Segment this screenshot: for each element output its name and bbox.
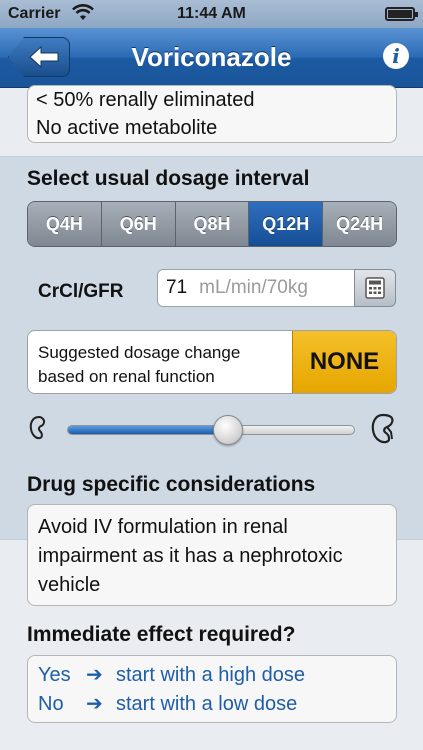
interval-option-q4h[interactable]: Q4H [28,202,102,246]
info-button[interactable]: i [383,43,409,69]
crcl-unit: mL/min/70kg [199,277,308,298]
effect-row-no[interactable]: No ➔ start with a low dose [38,690,386,719]
suggestion-label-line: based on renal function [38,367,215,386]
interval-option-q8h[interactable]: Q8H [175,202,250,246]
property-line: No active metabolite [36,117,218,139]
interval-option-q24h[interactable]: Q24H [323,202,396,246]
interval-option-q12h[interactable]: Q12H [249,202,324,246]
calculator-button[interactable] [354,269,396,307]
arrow-right-icon: ➔ [86,664,103,686]
kidney-large-icon [371,413,394,444]
immediate-effect-title: Immediate effect required? [27,623,296,646]
calculator-icon [365,277,385,299]
kidney-small-icon [29,415,46,440]
interval-option-q6h[interactable]: Q6H [101,202,176,246]
dosage-interval-title: Select usual dosage interval [27,167,310,190]
effect-action: start with a high dose [116,664,305,686]
crcl-value: 71 [166,277,188,298]
drug-considerations-title: Drug specific considerations [27,473,316,496]
effect-answer: Yes [38,664,71,686]
clock: 11:44 AM [177,5,246,22]
renal-function-slider-area [0,411,423,451]
property-line: < 50% renally eliminated [36,89,255,111]
drug-properties-card: < 50% renally eliminated No active metab… [27,85,397,143]
navigation-bar: Voriconazole i [0,28,423,88]
crcl-input[interactable]: 71 mL/min/70kg [157,269,355,307]
suggested-dosage-box: Suggested dosage change based on renal f… [27,330,397,394]
suggestion-label-line: Suggested dosage change [38,343,241,362]
suggested-dosage-value: NONE [292,331,396,393]
immediate-effect-card: Yes ➔ start with a high dose No ➔ start … [27,655,397,723]
renal-function-slider-thumb[interactable] [213,415,244,445]
status-bar: Carrier 11:44 AM [0,0,423,28]
crcl-label: CrCl/GFR [38,281,124,302]
effect-action: start with a low dose [116,693,298,715]
drug-considerations-text: Avoid IV formulation in renal impairment… [38,516,343,596]
renal-function-slider-fill [68,426,229,434]
effect-row-yes[interactable]: Yes ➔ start with a high dose [38,661,386,690]
drug-considerations-card: Avoid IV formulation in renal impairment… [27,504,397,606]
page-title: Voriconazole [131,42,292,72]
effect-answer: No [38,693,64,715]
arrow-right-icon: ➔ [86,693,103,715]
renal-function-slider-track[interactable] [67,425,355,435]
battery-icon [385,7,418,21]
suggested-dosage-label: Suggested dosage change based on renal f… [38,341,288,389]
main-content: < 50% renally eliminated No active metab… [0,85,423,750]
dosage-interval-selector: Q4H Q6H Q8H Q12H Q24H [27,201,397,247]
